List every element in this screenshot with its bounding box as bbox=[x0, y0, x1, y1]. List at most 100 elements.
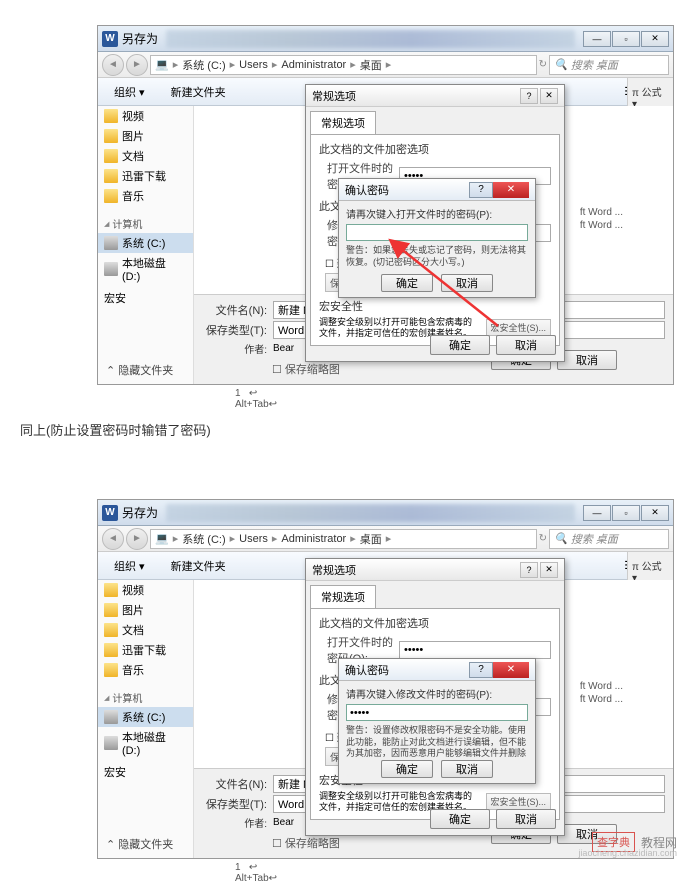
confirm-title: 确认密码 bbox=[345, 182, 389, 198]
sidebar-item-documents[interactable]: 文档 bbox=[98, 146, 193, 166]
sidebar-item-drive-c[interactable]: 系统 (C:) bbox=[98, 707, 193, 727]
confirm-ok-button[interactable]: 确定 bbox=[381, 760, 433, 778]
confirm-close-button[interactable]: ✕ bbox=[493, 662, 529, 678]
sidebar-item-favorites[interactable]: 宏安 bbox=[98, 288, 193, 308]
nav-back-icon[interactable]: ◄ bbox=[102, 528, 124, 550]
general-cancel-button[interactable]: 取消 bbox=[496, 809, 556, 829]
confirm-warning: 警告：如果您丢失或忘记了密码，则无法将其恢复。(切记密码区分大小写。) bbox=[346, 245, 528, 271]
breadcrumb[interactable]: 💻▸ 系统 (C:)▸ Users▸ Administrator▸ 桌面▸ bbox=[150, 529, 537, 549]
hide-folders-toggle[interactable]: ⌃隐藏文件夹 bbox=[106, 836, 173, 852]
author-value: Bear bbox=[273, 343, 294, 354]
search-input[interactable]: 🔍 搜索 桌面 bbox=[549, 55, 669, 75]
filename-label: 文件名(N): bbox=[202, 776, 267, 792]
confirm-title: 确认密码 bbox=[345, 662, 389, 678]
organize-button[interactable]: 组织 ▾ bbox=[106, 556, 153, 576]
confirm-help-button[interactable]: ? bbox=[469, 662, 493, 678]
tab-general[interactable]: 常规选项 bbox=[310, 111, 376, 134]
saveas-titlebar: W 另存为 — ▫ ✕ bbox=[98, 500, 673, 526]
caption-text: 同上(防止设置密码时输错了密码) bbox=[20, 420, 667, 439]
macro-section-title: 宏安全性 bbox=[319, 298, 551, 314]
filename-label: 文件名(N): bbox=[202, 302, 267, 318]
nav-forward-icon[interactable]: ► bbox=[126, 528, 148, 550]
encrypt-section-title: 此文档的文件加密选项 bbox=[319, 615, 551, 631]
sidebar-item-music[interactable]: 音乐 bbox=[98, 186, 193, 206]
confirm-password-dialog: 确认密码 ? ✕ 请再次键入打开文件时的密码(P): 警告：如果您丢失或忘记了密… bbox=[338, 178, 536, 298]
sidebar-computer-section[interactable]: 计算机 bbox=[98, 686, 193, 707]
sidebar: 视频 图片 文档 迅雷下载 音乐 计算机 系统 (C:) 本地磁盘 (D:) 宏… bbox=[98, 580, 194, 858]
watermark: 查字典 教程网 jiaocheng.chazidian.com bbox=[592, 832, 677, 852]
macro-security-button[interactable]: 宏安全性(S)... bbox=[486, 319, 552, 336]
confirm-warning: 警告：设置修改权限密码不是安全功能。使用此功能，能防止对此文档进行误编辑，但不能… bbox=[346, 725, 528, 757]
search-input[interactable]: 🔍 搜索 桌面 bbox=[549, 529, 669, 549]
saveas-titlebar: W 另存为 — ▫ ✕ bbox=[98, 26, 673, 52]
general-ok-button[interactable]: 确定 bbox=[430, 809, 490, 829]
minimize-button[interactable]: — bbox=[583, 31, 611, 47]
sidebar-item-drive-d[interactable]: 本地磁盘 (D:) bbox=[98, 727, 193, 759]
new-folder-button[interactable]: 新建文件夹 bbox=[163, 556, 234, 576]
saveas-title: 另存为 bbox=[122, 504, 158, 521]
new-folder-button[interactable]: 新建文件夹 bbox=[163, 82, 234, 102]
bg-cancel-button[interactable]: 取消 bbox=[557, 350, 617, 370]
confirm-password-dialog-2: 确认密码 ? ✕ 请再次键入修改文件时的密码(P): 警告：设置修改权限密码不是… bbox=[338, 658, 536, 784]
file-entries: ft Word ... ft Word ... bbox=[580, 206, 623, 232]
savetype-label: 保存类型(T): bbox=[202, 322, 267, 338]
general-cancel-button[interactable]: 取消 bbox=[496, 335, 556, 355]
close-button[interactable]: ✕ bbox=[641, 505, 669, 521]
general-ok-button[interactable]: 确定 bbox=[430, 335, 490, 355]
sidebar-item-documents[interactable]: 文档 bbox=[98, 620, 193, 640]
sidebar-item-pictures[interactable]: 图片 bbox=[98, 126, 193, 146]
dialog-help-button[interactable]: ? bbox=[520, 562, 538, 578]
general-options-title: 常规选项 bbox=[312, 562, 356, 578]
hide-folders-toggle[interactable]: ⌃隐藏文件夹 bbox=[106, 362, 173, 378]
sidebar-item-downloads[interactable]: 迅雷下载 bbox=[98, 640, 193, 660]
confirm-password-input[interactable] bbox=[346, 224, 528, 241]
confirm-close-button[interactable]: ✕ bbox=[493, 182, 529, 198]
sidebar-item-drive-d[interactable]: 本地磁盘 (D:) bbox=[98, 253, 193, 285]
blurred-title-area bbox=[166, 504, 575, 522]
sidebar-item-pictures[interactable]: 图片 bbox=[98, 600, 193, 620]
author-label: 作者: bbox=[202, 815, 267, 830]
saveas-title: 另存为 bbox=[122, 30, 158, 47]
savetype-label: 保存类型(T): bbox=[202, 796, 267, 812]
sidebar-item-music[interactable]: 音乐 bbox=[98, 660, 193, 680]
organize-button[interactable]: 组织 ▾ bbox=[106, 82, 153, 102]
confirm-ok-button[interactable]: 确定 bbox=[381, 274, 433, 292]
breadcrumb[interactable]: 💻▸ 系统 (C:)▸ Users▸ Administrator▸ 桌面▸ bbox=[150, 55, 537, 75]
word-icon: W bbox=[102, 505, 118, 521]
nav-bar: ◄ ► 💻▸ 系统 (C:)▸ Users▸ Administrator▸ 桌面… bbox=[98, 52, 673, 78]
author-value: Bear bbox=[273, 817, 294, 828]
encrypt-section-title: 此文档的文件加密选项 bbox=[319, 141, 551, 157]
confirm-label: 请再次键入打开文件时的密码(P): bbox=[346, 206, 528, 221]
sidebar-computer-section[interactable]: 计算机 bbox=[98, 212, 193, 233]
tab-general[interactable]: 常规选项 bbox=[310, 585, 376, 608]
screenshot-1: π 公式 ▾ Ω 符号 ▾ 符号 W 另存为 — ▫ ✕ ◄ ► 💻▸ 系统 (… bbox=[97, 25, 674, 385]
sidebar: 视频 图片 文档 迅雷下载 音乐 计算机 系统 (C:) 本地磁盘 (D:) 宏… bbox=[98, 106, 194, 384]
maximize-button[interactable]: ▫ bbox=[612, 505, 640, 521]
sidebar-item-favorites[interactable]: 宏安 bbox=[98, 762, 193, 782]
confirm-cancel-button[interactable]: 取消 bbox=[441, 274, 493, 292]
nav-back-icon[interactable]: ◄ bbox=[102, 54, 124, 76]
minimize-button[interactable]: — bbox=[583, 505, 611, 521]
general-options-title: 常规选项 bbox=[312, 88, 356, 104]
confirm-help-button[interactable]: ? bbox=[469, 182, 493, 198]
sidebar-item-video[interactable]: 视频 bbox=[98, 580, 193, 600]
nav-forward-icon[interactable]: ► bbox=[126, 54, 148, 76]
blurred-title-area bbox=[166, 30, 575, 48]
word-icon: W bbox=[102, 31, 118, 47]
confirm-cancel-button[interactable]: 取消 bbox=[441, 760, 493, 778]
nav-bar: ◄ ► 💻▸ 系统 (C:)▸ Users▸ Administrator▸ 桌面… bbox=[98, 526, 673, 552]
screenshot-2: π 公式 ▾ Ω 符号 ▾ 符号 W 另存为 — ▫ ✕ ◄ ► 💻▸ 系统 (… bbox=[97, 499, 674, 859]
maximize-button[interactable]: ▫ bbox=[612, 31, 640, 47]
sidebar-item-video[interactable]: 视频 bbox=[98, 106, 193, 126]
dialog-help-button[interactable]: ? bbox=[520, 88, 538, 104]
confirm-password-input[interactable] bbox=[346, 704, 528, 721]
file-entries: ft Word ... ft Word ... bbox=[580, 680, 623, 706]
confirm-label: 请再次键入修改文件时的密码(P): bbox=[346, 686, 528, 701]
dialog-close-button[interactable]: ✕ bbox=[540, 88, 558, 104]
macro-security-button[interactable]: 宏安全性(S)... bbox=[486, 793, 552, 810]
dialog-close-button[interactable]: ✕ bbox=[540, 562, 558, 578]
sidebar-item-downloads[interactable]: 迅雷下载 bbox=[98, 166, 193, 186]
open-password-input[interactable] bbox=[399, 641, 551, 659]
sidebar-item-drive-c[interactable]: 系统 (C:) bbox=[98, 233, 193, 253]
close-button[interactable]: ✕ bbox=[641, 31, 669, 47]
